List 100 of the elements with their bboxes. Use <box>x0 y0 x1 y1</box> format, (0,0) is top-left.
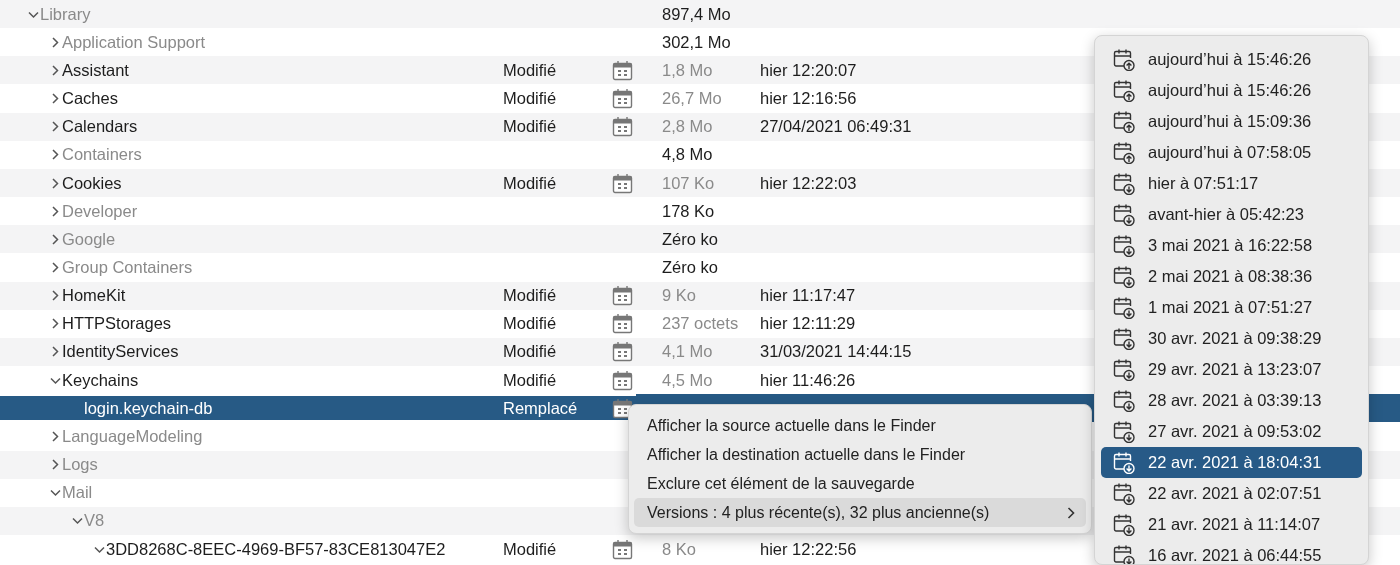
menu-item[interactable]: 30 avr. 2021 à 09:38:29 <box>1101 323 1362 354</box>
chevron-right-icon[interactable] <box>49 63 62 77</box>
menu-item[interactable]: 28 avr. 2021 à 03:39:13 <box>1101 385 1362 416</box>
date-text: hier 12:16:56 <box>760 89 857 108</box>
calendar-arrow-down-icon <box>1113 203 1136 226</box>
file-name: Developer <box>62 201 138 221</box>
calendar-arrow-down-icon <box>1113 234 1136 257</box>
menu-item[interactable]: aujourd’hui à 15:46:26 <box>1101 44 1362 75</box>
status-text: Modifié <box>503 286 557 305</box>
calendar-arrow-down-icon <box>1113 296 1136 319</box>
menu-item[interactable]: aujourd’hui à 07:58:05 <box>1101 137 1362 168</box>
file-name: Google <box>62 229 116 249</box>
date-text: hier 12:20:07 <box>760 60 857 79</box>
menu-item[interactable]: 2 mai 2021 à 08:38:36 <box>1101 261 1362 292</box>
menu-item[interactable]: Exclure cet élément de la sauvegarde <box>634 469 1086 498</box>
status-text: Modifié <box>503 539 557 558</box>
calendar-arrow-down-icon <box>1113 389 1136 412</box>
chevron-right-icon[interactable] <box>49 289 62 303</box>
menu-item[interactable]: Afficher la source actuelle dans le Finder <box>634 411 1086 440</box>
calendar-arrow-down-icon <box>1113 327 1136 350</box>
menu-item[interactable]: Versions : 4 plus récente(s), 32 plus ancienne(s) <box>634 498 1086 527</box>
file-name: Keychains <box>62 370 139 390</box>
status-text: Modifié <box>503 370 557 389</box>
chevron-right-icon[interactable] <box>49 176 62 190</box>
calendar-arrow-down-icon <box>1113 451 1136 474</box>
file-name: Assistant <box>62 60 129 80</box>
chevron-right-icon[interactable] <box>49 204 62 218</box>
calendar-icon <box>612 313 633 335</box>
size-text: 237 octets <box>662 314 739 333</box>
date-text: hier 12:11:29 <box>760 314 856 333</box>
file-name: login.keychain-db <box>84 398 213 418</box>
chevron-right-icon[interactable] <box>49 458 62 472</box>
menu-item[interactable]: Afficher la destination actuelle dans le Finder <box>634 440 1086 469</box>
size-text: 178 Ko <box>662 201 715 220</box>
calendar-arrow-down-icon <box>1113 358 1136 381</box>
status-text: Remplacé <box>503 398 578 417</box>
status-text: Modifié <box>503 314 557 333</box>
calendar-icon <box>612 59 633 81</box>
menu-item[interactable]: 1 mai 2021 à 07:51:27 <box>1101 292 1362 323</box>
chevron-right-icon[interactable] <box>49 261 62 274</box>
menu-item[interactable]: 22 avr. 2021 à 02:07:51 <box>1101 478 1362 509</box>
date-text: hier 12:22:56 <box>760 539 857 558</box>
menu-item[interactable]: aujourd’hui à 15:09:36 <box>1101 106 1362 137</box>
menu-item[interactable]: 22 avr. 2021 à 18:04:31 <box>1101 447 1362 478</box>
calendar-arrow-down-icon <box>1113 172 1136 195</box>
chevron-right-icon[interactable] <box>49 92 62 106</box>
menu-item[interactable]: 27 avr. 2021 à 09:53:02 <box>1101 416 1362 447</box>
menu-item[interactable]: 3 mai 2021 à 16:22:58 <box>1101 230 1362 261</box>
calendar-icon <box>612 172 633 194</box>
calendar-arrow-down-icon <box>1113 482 1136 505</box>
file-name: LanguageModeling <box>62 426 203 446</box>
file-name: HTTPStorages <box>62 314 172 334</box>
status-text: Modifié <box>503 342 557 361</box>
chevron-right-icon[interactable] <box>49 148 62 162</box>
chevron-right-icon[interactable] <box>49 345 62 359</box>
calendar-arrow-up-icon <box>1113 110 1136 133</box>
calendar-icon <box>612 538 633 560</box>
calendar-icon <box>612 116 633 138</box>
file-name: V8 <box>84 511 105 531</box>
date-text: hier 12:22:03 <box>760 173 857 192</box>
chevron-right-icon[interactable] <box>49 35 62 49</box>
file-name: HomeKit <box>62 286 126 306</box>
menu-item[interactable]: 21 avr. 2021 à 11:14:07 <box>1101 509 1362 540</box>
file-name: Cookies <box>62 173 122 193</box>
file-name: Calendars <box>62 117 138 137</box>
size-text: 107 Ko <box>662 173 715 192</box>
chevron-right-icon[interactable] <box>49 429 62 443</box>
size-text: 26,7 Mo <box>662 89 722 108</box>
menu-item[interactable]: 29 avr. 2021 à 13:23:07 <box>1101 354 1362 385</box>
file-name: Application Support <box>62 32 206 52</box>
date-text: 31/03/2021 14:44:15 <box>760 342 912 361</box>
chevron-right-icon[interactable] <box>49 232 62 246</box>
status-text: Modifié <box>503 89 557 108</box>
size-text: 2,8 Mo <box>662 117 713 136</box>
size-text: 4,8 Mo <box>662 145 713 164</box>
date-text: hier 11:46:26 <box>760 370 856 389</box>
date-text: hier 11:17:47 <box>760 286 856 305</box>
calendar-icon <box>612 88 633 110</box>
size-text: Zéro ko <box>662 229 718 248</box>
menu-item[interactable]: 16 avr. 2021 à 06:44:55 <box>1101 540 1362 564</box>
size-text: 9 Ko <box>662 286 696 305</box>
calendar-arrow-down-icon <box>1113 513 1136 536</box>
status-text: Modifié <box>503 117 557 136</box>
file-name: 3DD8268C-8EEC-4969-BF57-83CE813047E2 <box>106 539 446 559</box>
status-text: Modifié <box>503 60 557 79</box>
menu-item[interactable]: aujourd’hui à 15:46:26 <box>1101 75 1362 106</box>
size-text: Zéro ko <box>662 258 718 276</box>
size-text: 4,5 Mo <box>662 370 713 389</box>
chevron-right-icon[interactable] <box>49 317 62 331</box>
chevron-right-icon[interactable] <box>49 120 62 134</box>
calendar-arrow-down-icon <box>1113 265 1136 288</box>
menu-item[interactable]: hier à 07:51:17 <box>1101 168 1362 199</box>
menu-item[interactable]: avant-hier à 05:42:23 <box>1101 199 1362 230</box>
file-name: IdentityServices <box>62 342 179 362</box>
file-name: Mail <box>62 483 93 503</box>
calendar-arrow-up-icon <box>1113 141 1136 164</box>
size-text: 1,8 Mo <box>662 60 713 79</box>
file-name: Logs <box>62 455 98 475</box>
file-name: Group Containers <box>62 258 193 277</box>
date-text: 27/04/2021 06:49:31 <box>760 117 912 136</box>
